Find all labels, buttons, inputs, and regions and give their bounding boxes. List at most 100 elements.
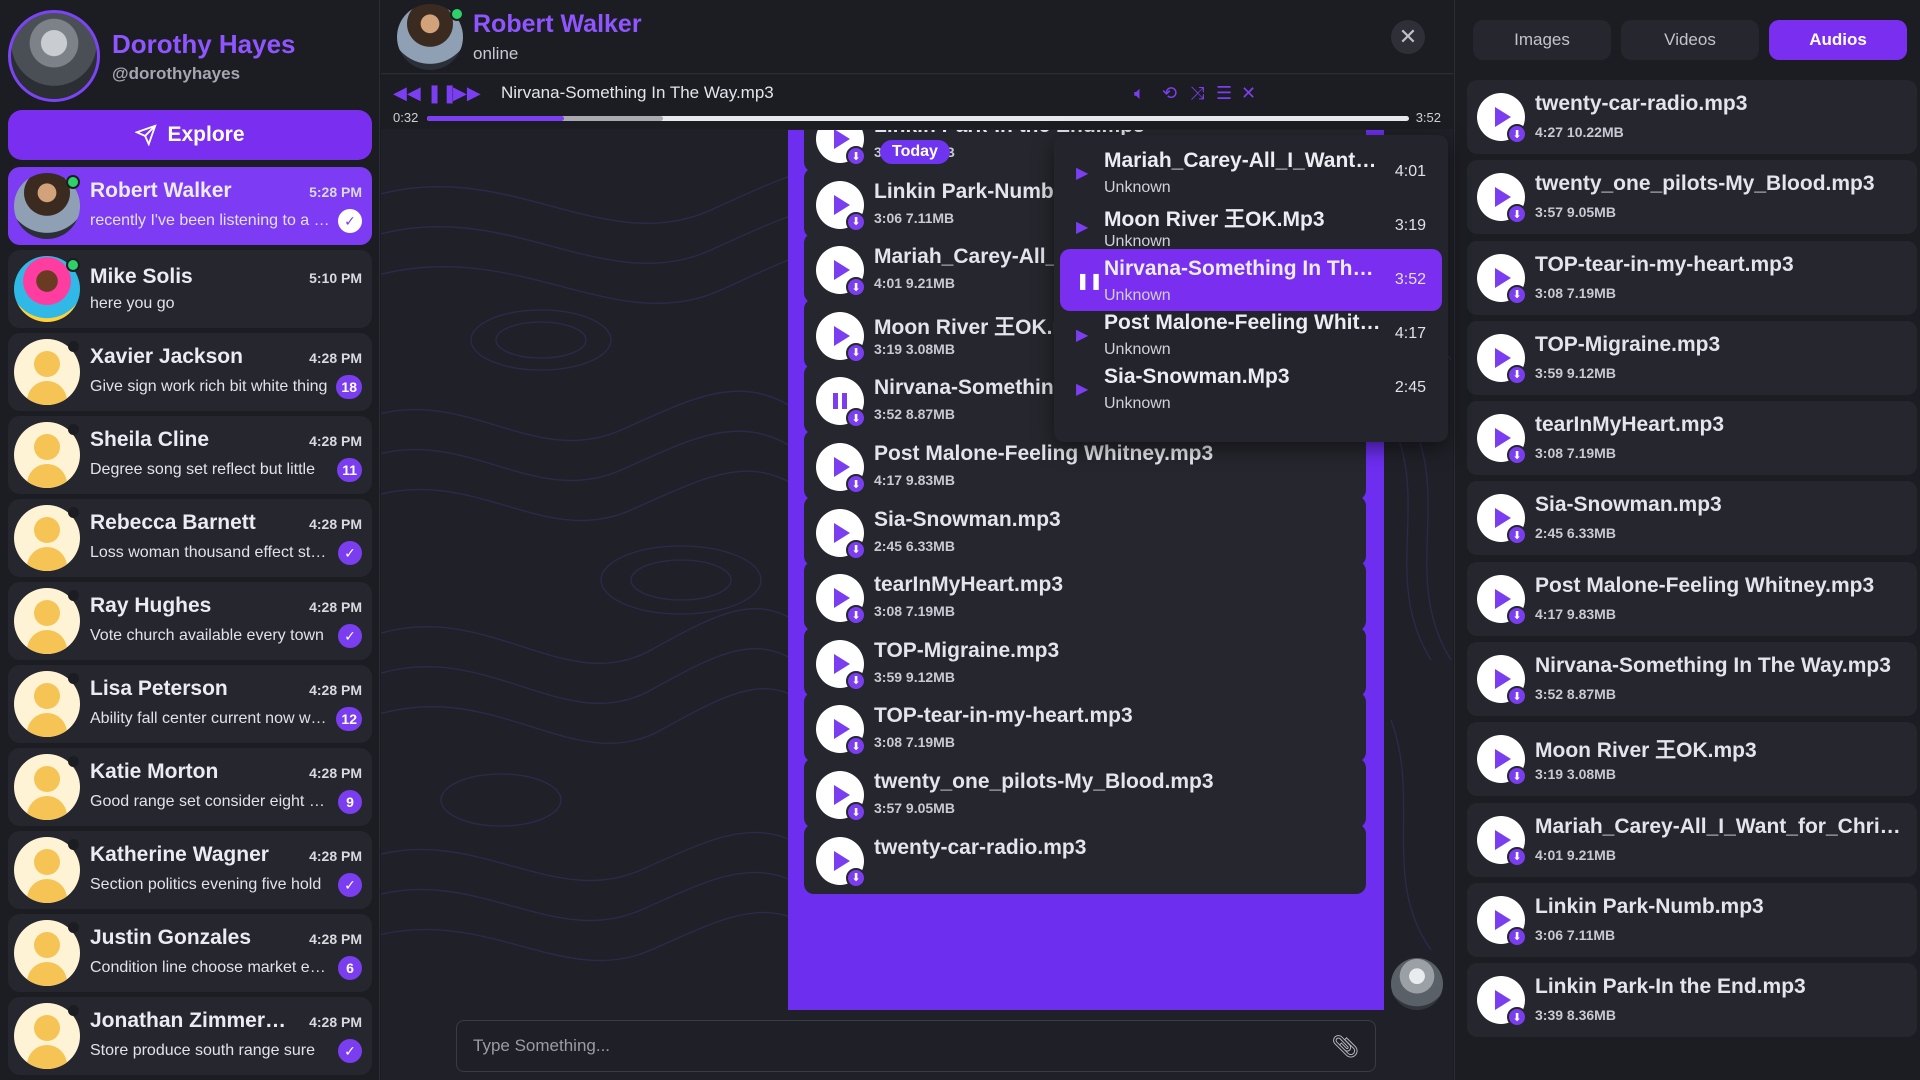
own-avatar[interactable]	[1391, 958, 1443, 1010]
media-item[interactable]: ⬇ Sia-Snowman.mp3 2:45 6.33MB	[1467, 481, 1917, 556]
chat-preview: Degree song set reflect but little	[90, 461, 316, 478]
audio-message[interactable]: ⬇ tearInMyHeart.mp3 3:08 7.19MB	[804, 561, 1366, 632]
download-icon[interactable]: ⬇	[1507, 1007, 1527, 1028]
play-icon: ▶	[1076, 219, 1089, 236]
fast-forward-icon[interactable]: ▶▶	[453, 83, 481, 104]
audio-message[interactable]: ⬇ Sia-Snowman.mp3 2:45 6.33MB	[804, 495, 1366, 566]
media-item[interactable]: ⬇ Post Malone-Feeling Whitney.mp3 4:17 9.8…	[1467, 561, 1917, 636]
media-item[interactable]: ⬇ Mariah_Carey-All_I_Want_for_Christmas.m…	[1467, 802, 1917, 877]
avatar[interactable]	[8, 10, 100, 102]
close-icon[interactable]: ✕	[1391, 20, 1425, 54]
audio-message[interactable]: ⬇ TOP-Migraine.mp3 3:59 9.12MB	[804, 626, 1366, 697]
media-item[interactable]: ⬇ TOP-tear-in-my-heart.mp3 3:08 7.19MB	[1467, 240, 1917, 315]
media-item[interactable]: ⬇ Linkin Park-In the End.mp3 3:39 8.36MB	[1467, 963, 1917, 1038]
chat-list-item[interactable]: Robert Walker 5:28 PM recently I've been l…	[8, 167, 372, 245]
chat-name: Mike Solis	[90, 265, 193, 288]
download-icon[interactable]: ⬇	[846, 670, 866, 691]
download-icon[interactable]: ⬇	[846, 867, 866, 888]
download-icon[interactable]: ⬇	[846, 342, 866, 363]
download-icon[interactable]: ⬇	[1507, 204, 1527, 225]
volume-icon[interactable]: 🔈︎	[1134, 83, 1145, 104]
download-icon[interactable]: ⬇	[846, 408, 866, 429]
user-profile[interactable]: Dorothy Hayes @dorothyhayes	[8, 10, 296, 102]
media-item[interactable]: ⬇ TOP-Migraine.mp3 3:59 9.12MB	[1467, 320, 1917, 395]
download-icon[interactable]: ⬇	[1507, 124, 1527, 144]
chat-list-item[interactable]: Katie Morton 4:28 PM Good range set consid…	[8, 748, 372, 826]
message-composer: 📎︎	[456, 1020, 1376, 1072]
chat-list-item[interactable]: Mike Solis 5:10 PM here you go	[8, 250, 372, 328]
chat-list-item[interactable]: Ray Hughes 4:28 PM Vote church available e…	[8, 582, 372, 660]
pause-icon: ❚❚	[1076, 273, 1103, 290]
shuffle-icon[interactable]: ⤨	[1190, 83, 1204, 104]
download-icon[interactable]: ⬇	[1507, 284, 1527, 305]
chat-list-item[interactable]: Sheila Cline 4:28 PM Degree song set refle…	[8, 416, 372, 494]
playlist-item[interactable]: ▶ Sia-Snowman.Mp3 Unknown 2:45	[1060, 357, 1442, 419]
download-icon[interactable]: ⬇	[1507, 525, 1527, 546]
chat-list-item[interactable]: Justin Gonzales 4:28 PM Condition line cho…	[8, 914, 372, 992]
download-icon[interactable]: ⬇	[846, 211, 866, 232]
download-icon[interactable]: ⬇	[846, 802, 866, 822]
tab-audios[interactable]: Audios	[1769, 20, 1907, 60]
media-meta: 4:01 9.21MB	[1535, 846, 1616, 863]
play-icon: ▶	[1076, 381, 1089, 398]
audio-name: tearInMyHeart.mp3	[874, 573, 1064, 597]
chat-list-item[interactable]: Katherine Wagner 4:28 PM Section politics …	[8, 831, 372, 909]
download-icon[interactable]: ⬇	[846, 474, 866, 494]
rewind-icon[interactable]: ◀◀	[393, 83, 421, 104]
media-item[interactable]: ⬇ Nirvana-Something In The Way.mp3 3:52 8.…	[1467, 642, 1917, 717]
chat-preview: recently I've been listening to a lot of…	[90, 212, 330, 229]
chat-list-item[interactable]: Rebecca Barnett 4:28 PM Loss woman thousan…	[8, 499, 372, 577]
sidebar: Dorothy Hayes @dorothyhayes Explore Robe…	[0, 0, 380, 1080]
audio-message[interactable]: ⬇ twenty_one_pilots-My_Blood.mp3 3:57 9.05…	[804, 758, 1366, 828]
media-item[interactable]: ⬇ twenty-car-radio.mp3 4:27 10.22MB	[1467, 80, 1917, 154]
download-icon[interactable]: ⬇	[1507, 364, 1527, 385]
playlist-duration: 3:19	[1394, 217, 1426, 234]
chat-list-item[interactable]: Xavier Jackson 4:28 PM Give sign work rich…	[8, 333, 372, 411]
download-icon[interactable]: ⬇	[846, 736, 866, 757]
audio-meta: 3:57 9.05MB	[874, 800, 955, 816]
download-icon[interactable]: ⬇	[1507, 766, 1527, 787]
playlist-item[interactable]: ▶ Moon River 王OK.Mp3 Unknown 3:19	[1060, 195, 1442, 257]
download-icon[interactable]: ⬇	[1507, 686, 1527, 707]
tab-videos[interactable]: Videos	[1621, 20, 1759, 60]
chat-name: Katie Morton	[90, 760, 219, 783]
download-icon[interactable]: ⬇	[1507, 926, 1527, 947]
playlist-item[interactable]: ❚❚ Nirvana-Something In The Way Unknown 3:5…	[1060, 249, 1442, 311]
chat-list-item[interactable]: Jonathan Zimmerman 4:28 PM Store produce s…	[8, 997, 372, 1075]
chat-list-item[interactable]: Lisa Peterson 4:28 PM Ability fall center …	[8, 665, 372, 743]
chat-header: Robert Walker online ✕	[381, 0, 1453, 74]
download-icon[interactable]: ⬇	[1507, 605, 1527, 626]
download-icon[interactable]: ⬇	[846, 277, 866, 298]
audio-message[interactable]: ⬇ twenty-car-radio.mp3	[804, 823, 1366, 894]
audio-message[interactable]: ⬇ TOP-tear-in-my-heart.mp3 3:08 7.19MB	[804, 692, 1366, 763]
download-icon[interactable]: ⬇	[1507, 445, 1527, 466]
media-item[interactable]: ⬇ Moon River 王OK.mp3 3:19 3.08MB	[1467, 722, 1917, 797]
playlist-item[interactable]: ▶ Post Malone-Feeling Whitney Unknown 4:17	[1060, 303, 1442, 365]
explore-button[interactable]: Explore	[8, 110, 372, 160]
audio-meta: 3:08 7.19MB	[874, 603, 955, 620]
chat-preview: Store produce south range sure	[90, 1042, 316, 1059]
download-icon[interactable]: ⬇	[1507, 846, 1527, 867]
paperclip-icon[interactable]: 📎︎	[1331, 1034, 1359, 1060]
download-icon[interactable]: ⬇	[846, 539, 866, 560]
playlist-icon[interactable]: ☰	[1216, 83, 1232, 104]
progress-bar[interactable]	[427, 116, 1409, 121]
contact-name[interactable]: Robert Walker	[473, 10, 642, 39]
playlist-item[interactable]: ▶Mariah_Carey-All_I_Want_for_ChristmasUn…	[1060, 141, 1442, 203]
playlist-title: Post Malone-Feeling Whitney	[1104, 311, 1384, 334]
chat-preview: Condition line choose market early	[90, 959, 330, 976]
close-player-icon[interactable]: ✕	[1241, 83, 1256, 104]
download-icon[interactable]: ⬇	[846, 146, 866, 166]
chat-time: 5:28 PM	[309, 184, 362, 200]
download-icon[interactable]: ⬇	[846, 605, 866, 626]
message-input[interactable]	[457, 1021, 1317, 1071]
media-name: twenty-car-radio.mp3	[1535, 92, 1748, 115]
chat-name: Justin Gonzales	[90, 926, 252, 949]
tab-images[interactable]: Images	[1473, 20, 1611, 60]
repeat-icon[interactable]: ⟲	[1162, 83, 1177, 104]
media-item[interactable]: ⬇ Linkin Park-Numb.mp3 3:06 7.11MB	[1467, 882, 1917, 957]
media-item[interactable]: ⬇ tearInMyHeart.mp3 3:08 7.19MB	[1467, 401, 1917, 476]
media-item[interactable]: ⬇ twenty_one_pilots-My_Blood.mp3 3:57 9.05…	[1467, 160, 1917, 235]
media-name: Sia-Snowman.mp3	[1535, 493, 1722, 517]
play-icon	[834, 325, 850, 346]
